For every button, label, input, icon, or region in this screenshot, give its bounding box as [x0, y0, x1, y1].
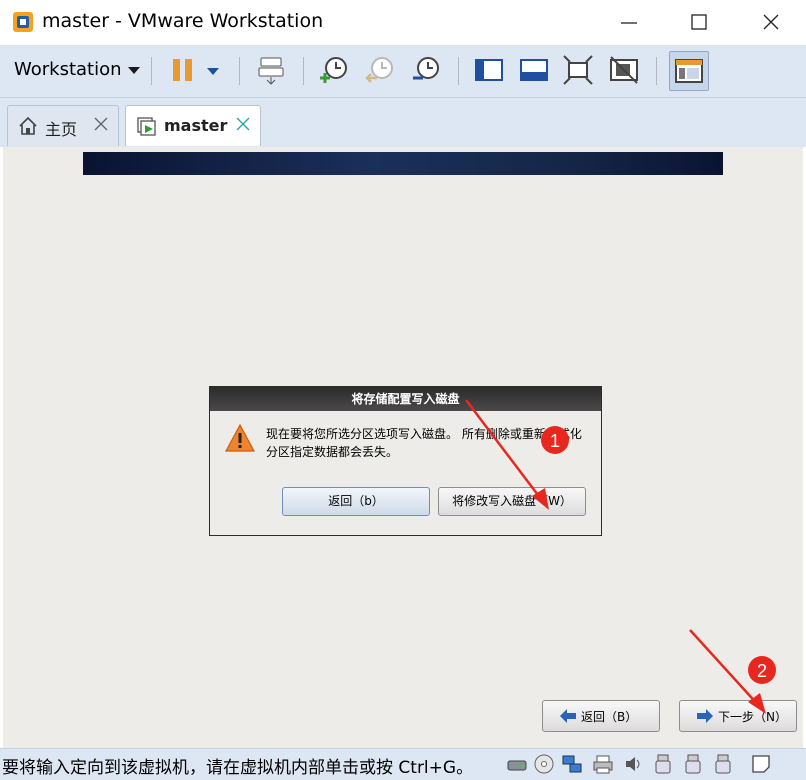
snapshot-take-icon [320, 57, 347, 83]
console-view-icon [475, 59, 503, 81]
toolbar-divider [656, 57, 657, 85]
installer-next-label: 下一步（N） [718, 710, 787, 724]
snapshot-manager-button[interactable] [410, 54, 442, 86]
revert-snapshot-button[interactable] [364, 54, 396, 86]
library-icon [675, 59, 703, 83]
take-snapshot-button[interactable] [318, 54, 350, 86]
send-keys-icon [258, 57, 284, 85]
home-icon [19, 116, 37, 135]
maximize-button[interactable] [676, 0, 722, 45]
workstation-menu-label: Workstation [14, 59, 122, 80]
installer-back-button[interactable]: 返回（B） [542, 700, 660, 732]
power-dropdown-button[interactable] [200, 54, 226, 86]
installer-banner [83, 152, 723, 175]
vm-console[interactable]: 将存储配置写入磁盘 现在要将您所选分区选项写入磁盘。 所有删除或重新格式化分区指… [3, 147, 803, 748]
console-view-button[interactable] [473, 54, 505, 86]
maximize-icon [691, 14, 707, 30]
tab-home[interactable]: 主页 [7, 105, 119, 146]
snapshot-revert-icon [365, 57, 393, 83]
installer-next-button[interactable]: 下一步（N） [679, 700, 797, 732]
window-title: master - VMware Workstation [42, 10, 324, 32]
warning-icon [224, 423, 256, 452]
printer-icon[interactable] [592, 753, 614, 775]
title-bar: master - VMware Workstation [0, 0, 806, 45]
toolbar: Workstation [0, 45, 806, 98]
dialog-title: 将存储配置写入磁盘 [210, 387, 601, 411]
close-window-button[interactable] [748, 0, 794, 45]
status-bar: 要将输入定向到该虚拟机，请在虚拟机内部单击或按 Ctrl+G。 [0, 748, 806, 780]
snapshot-manager-icon [413, 57, 439, 80]
message-icon[interactable] [750, 753, 772, 775]
close-tab-icon[interactable] [235, 116, 251, 132]
send-ctrl-alt-del-button[interactable] [255, 54, 287, 86]
fit-window-icon [520, 59, 548, 81]
vm-icon [137, 117, 156, 136]
chevron-down-icon [207, 68, 219, 75]
write-changes-button[interactable]: 将修改写入磁盘（W） [438, 487, 586, 516]
pause-button[interactable] [167, 54, 199, 86]
usb-icon[interactable] [682, 753, 704, 775]
tab-home-label: 主页 [45, 120, 78, 139]
tab-master[interactable]: master [125, 105, 261, 146]
chevron-down-icon [127, 66, 140, 74]
usb-icon[interactable] [712, 753, 734, 775]
arrow-right-icon [697, 709, 713, 723]
toolbar-divider [458, 57, 459, 85]
write-storage-dialog: 将存储配置写入磁盘 现在要将您所选分区选项写入磁盘。 所有删除或重新格式化分区指… [209, 386, 602, 536]
unity-button[interactable] [608, 54, 640, 86]
minimize-button[interactable] [606, 0, 652, 45]
usb-icon[interactable] [652, 753, 674, 775]
full-screen-icon [563, 55, 593, 85]
dialog-message: 现在要将您所选分区选项写入磁盘。 所有删除或重新格式化分区指定数据都会丢失。 [266, 427, 582, 459]
dialog-back-button[interactable]: 返回（b） [282, 487, 430, 516]
sound-icon[interactable] [622, 753, 644, 775]
fit-window-button[interactable] [518, 54, 550, 86]
tab-bar: 主页 master [0, 98, 806, 147]
close-icon [763, 14, 779, 30]
minimize-icon [621, 22, 637, 24]
full-screen-button[interactable] [562, 54, 594, 86]
toolbar-divider [303, 57, 304, 85]
installer-back-label: 返回（B） [581, 710, 638, 724]
status-message: 要将输入定向到该虚拟机，请在虚拟机内部单击或按 Ctrl+G。 [2, 758, 474, 778]
library-toggle-button[interactable] [669, 51, 709, 91]
unity-icon [610, 56, 638, 84]
toolbar-divider [151, 57, 152, 85]
toolbar-divider [239, 57, 240, 85]
cd-dvd-icon[interactable] [533, 753, 555, 775]
arrow-left-icon [560, 709, 576, 723]
network-icon[interactable] [561, 753, 583, 775]
tab-master-label: master [164, 116, 228, 135]
pause-icon [173, 59, 192, 81]
vmware-logo-icon [13, 12, 33, 32]
workstation-menu[interactable]: Workstation [14, 59, 140, 80]
hard-disk-icon[interactable] [506, 753, 528, 775]
close-tab-icon[interactable] [93, 116, 109, 132]
